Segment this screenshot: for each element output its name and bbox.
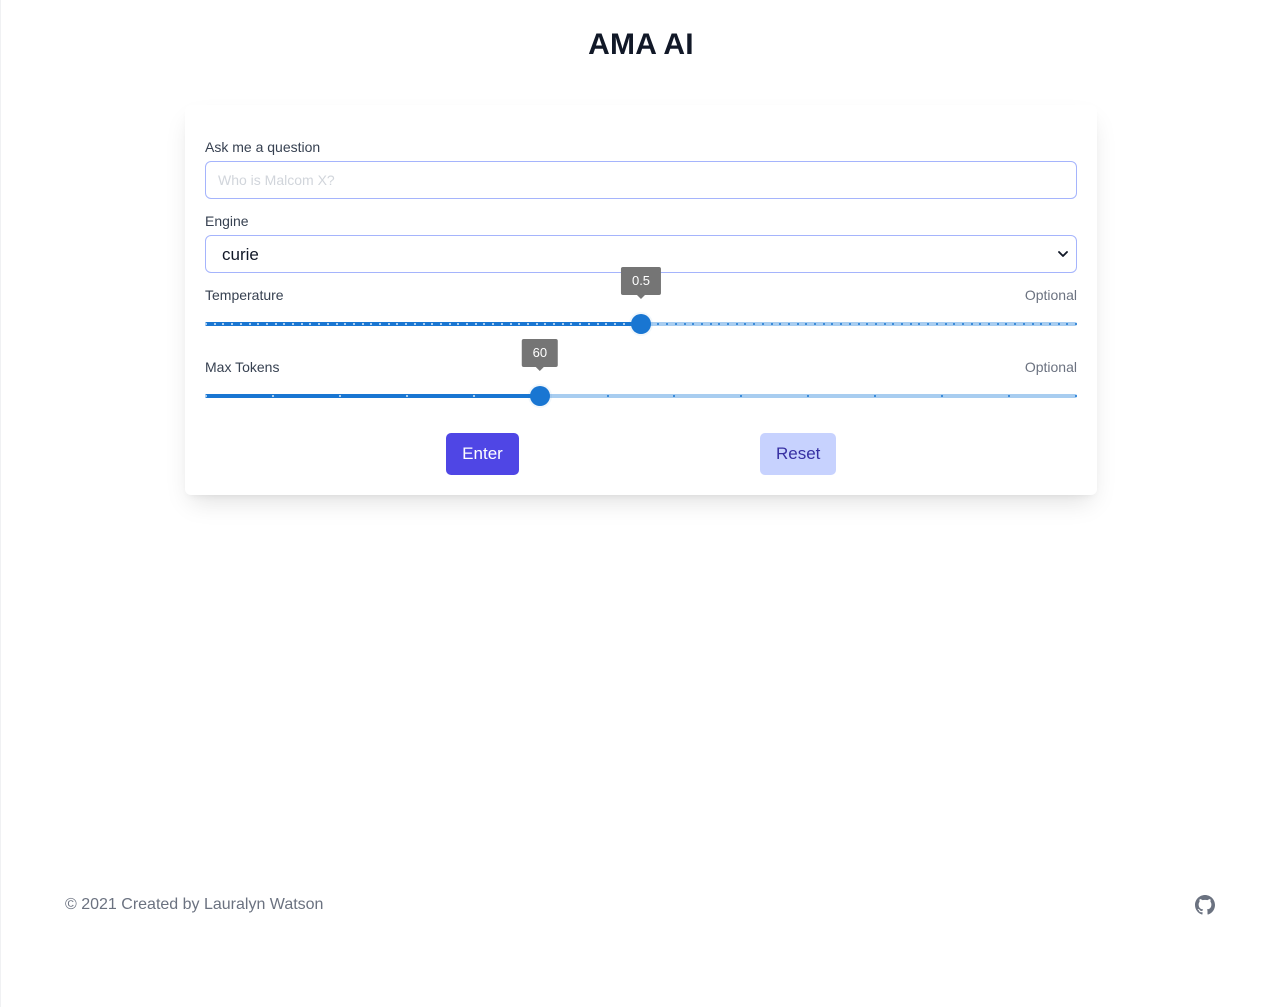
question-label: Ask me a question (205, 139, 321, 155)
slider-tick-mark (271, 395, 274, 397)
slider-tick-mark (466, 323, 468, 325)
slider-tick-mark (326, 323, 329, 325)
temperature-optional-hint: Optional (1024, 287, 1077, 303)
slider-tick-mark (606, 395, 609, 397)
slider-tick-mark (387, 323, 390, 325)
slider-tick-mark (422, 323, 425, 325)
temperature-value-tooltip: 0.5 (620, 267, 662, 299)
slider-tick-mark (561, 323, 564, 325)
slider-tick-mark (996, 323, 999, 325)
slider-tick-mark (909, 323, 912, 325)
slider-tick-mark (361, 323, 364, 325)
slider-tick-mark (474, 323, 477, 325)
max-tokens-optional-hint: Optional (1024, 359, 1077, 375)
slider-tick-mark (883, 323, 886, 325)
engine-label: Engine (205, 213, 249, 229)
max-tokens-slider-thumb[interactable] (529, 386, 550, 406)
temperature-slider[interactable]: 0.5 (205, 267, 1077, 334)
slider-tick-mark (379, 323, 381, 325)
engine-selected-value: curie (222, 245, 259, 264)
slider-tick-mark (613, 323, 616, 325)
reset-button[interactable]: Reset (760, 433, 836, 475)
slider-tick-mark (553, 323, 555, 325)
slider-tick-mark (1031, 323, 1034, 325)
slider-tick-mark (1057, 323, 1060, 325)
question-input[interactable] (205, 161, 1077, 199)
slider-tick-mark (848, 323, 851, 325)
slider-tick-mark (770, 323, 773, 325)
slider-tick-mark (405, 395, 408, 397)
footer-copyright: © 2021 Created by Lauralyn Watson (65, 896, 324, 913)
slider-tick-mark (822, 323, 825, 325)
slider-tick-mark (205, 323, 207, 325)
max-tokens-value-tooltip: 60 (521, 339, 559, 371)
slider-tick-mark (526, 323, 529, 325)
page-edge (0, 0, 1, 1007)
question-form-card: Ask me a question Engine curie Temperatu… (185, 105, 1097, 495)
slider-tick-mark (500, 323, 503, 325)
slider-tick-mark (265, 323, 268, 325)
slider-tick-mark (1075, 395, 1077, 397)
slider-tick-mark (622, 323, 625, 325)
slider-tick-mark (300, 323, 303, 325)
slider-tick-mark (596, 323, 599, 325)
slider-tick-mark (674, 323, 677, 325)
slider-tick-mark (700, 323, 703, 325)
slider-tick-mark (735, 323, 738, 325)
slider-tick-mark (727, 323, 729, 325)
slider-tick-mark (1022, 323, 1025, 325)
slider-tick-mark (857, 323, 860, 325)
slider-tick-mark (683, 323, 686, 325)
slider-tick-mark (292, 323, 294, 325)
slider-tick-mark (814, 323, 816, 325)
slider-tick-mark (205, 395, 207, 397)
chevron-down-icon (1058, 251, 1068, 257)
slider-tick-mark (1075, 323, 1077, 325)
slider-tick-mark (796, 323, 799, 325)
github-icon[interactable] (1195, 895, 1215, 915)
slider-tick-mark (961, 323, 964, 325)
max-tokens-slider-track (205, 394, 540, 398)
slider-tick-mark (448, 323, 451, 325)
slider-tick-mark (439, 323, 442, 325)
temperature-label: Temperature (205, 287, 284, 303)
slider-tick-mark (335, 323, 338, 325)
page-title: AMA AI (588, 28, 694, 61)
slider-tick-mark (509, 323, 512, 325)
slider-tick-mark (874, 323, 877, 325)
slider-tick-mark (988, 323, 990, 325)
enter-button[interactable]: Enter (446, 433, 519, 475)
slider-tick-mark (787, 323, 790, 325)
slider-tick-mark (338, 395, 341, 397)
max-tokens-label: Max Tokens (205, 359, 280, 375)
slider-tick-mark (935, 323, 938, 325)
slider-tick-mark (274, 323, 277, 325)
slider-tick-mark (970, 323, 973, 325)
slider-tick-mark (413, 323, 416, 325)
slider-tick-mark (213, 323, 216, 325)
slider-tick-mark (248, 323, 251, 325)
slider-tick-mark (239, 323, 242, 325)
temperature-slider-thumb[interactable] (631, 314, 651, 334)
slider-tick-mark (352, 323, 355, 325)
max-tokens-slider[interactable]: 60 (205, 339, 1077, 406)
slider-tick-mark (709, 323, 712, 325)
slider-tick-mark (1048, 323, 1051, 325)
slider-tick-mark (901, 323, 903, 325)
slider-tick-mark (587, 323, 590, 325)
slider-tick-mark (472, 395, 475, 397)
slider-tick-mark (535, 323, 538, 325)
slider-tick-mark (761, 323, 764, 325)
slider-tick-mark (944, 323, 947, 325)
